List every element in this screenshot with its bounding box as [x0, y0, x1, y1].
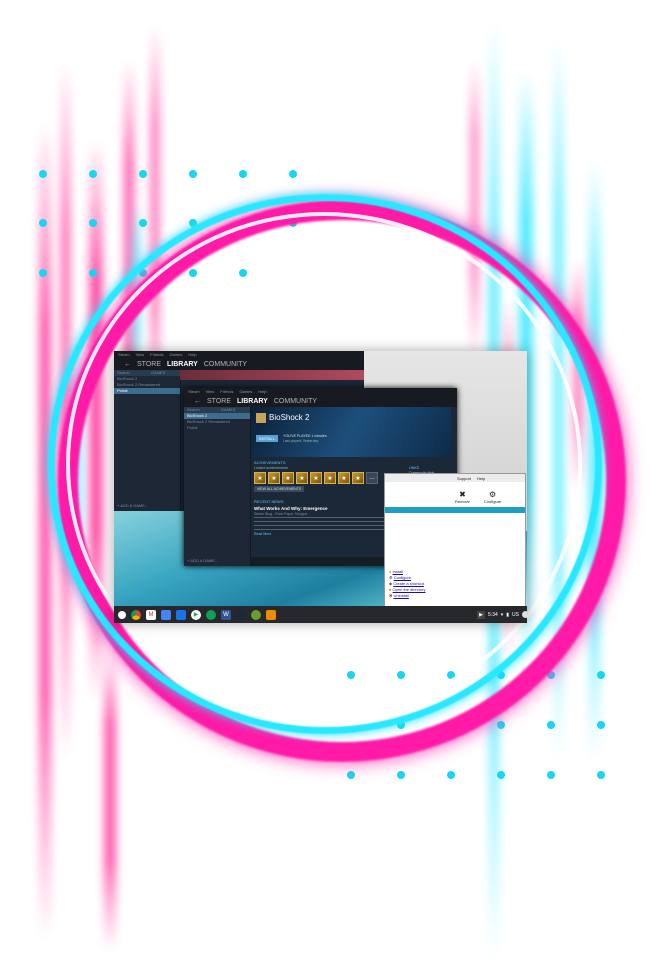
- desktop-screenshot: Steam View Friends Games Help ← STORE LI…: [114, 351, 527, 623]
- add-game-button[interactable]: + ADD A GAME...: [114, 503, 148, 509]
- search-input[interactable]: Search: [117, 370, 130, 375]
- install-button[interactable]: INSTALL: [256, 435, 278, 442]
- menu-item[interactable]: View: [206, 389, 215, 394]
- install-link-icon: ●: [389, 569, 392, 574]
- play-store-icon[interactable]: ▶: [191, 609, 201, 620]
- menu-item[interactable]: Friends: [150, 352, 163, 357]
- system-tray[interactable]: ▶ 5:34 ▾ ▮ US: [477, 609, 527, 620]
- remove-icon: ✖: [459, 490, 466, 499]
- account-avatar[interactable]: [522, 611, 527, 618]
- clock: 5:34: [488, 611, 498, 618]
- wifi-icon: ▾: [500, 611, 504, 618]
- app-window-right[interactable]: Support Help ✖ Remove ⚙ Configure ● Inst…: [384, 473, 526, 613]
- nav-library[interactable]: LIBRARY: [167, 361, 198, 368]
- news-meta: Steam Blog - Rock Paper Shotgun: [254, 512, 308, 516]
- menu-bar: Support Help: [385, 474, 525, 482]
- selected-row[interactable]: [385, 507, 525, 513]
- hangouts-icon[interactable]: [206, 609, 216, 620]
- add-game-button[interactable]: + ADD A GAME...: [184, 558, 218, 564]
- launcher-icon[interactable]: [118, 610, 126, 619]
- game-title: BioShock 2: [269, 413, 310, 422]
- vlc-icon[interactable]: [266, 609, 276, 620]
- last-played: Last played: Yesterday: [283, 439, 319, 443]
- achievement-icon[interactable]: ★: [268, 472, 280, 484]
- search-input[interactable]: Search: [187, 407, 200, 412]
- gear-icon: ⚙: [488, 490, 497, 499]
- nav-community[interactable]: COMMUNITY: [274, 398, 317, 405]
- played-time: YOU'VE PLAYED 1 minutes: [283, 434, 327, 438]
- nav-community[interactable]: COMMUNITY: [204, 361, 247, 368]
- achievements-heading: ACHIEVEMENTS: [254, 460, 286, 465]
- uninstall-link[interactable]: Uninstall: [393, 593, 408, 598]
- game-item[interactable]: Portal: [184, 425, 250, 431]
- menu-item[interactable]: Friends: [220, 389, 233, 394]
- achievement-icon[interactable]: ★: [310, 472, 322, 484]
- achievement-icon[interactable]: ★: [282, 472, 294, 484]
- folder-link-icon: ■: [389, 587, 392, 592]
- achievement-icon[interactable]: ★: [254, 472, 266, 484]
- menu-item[interactable]: Steam: [188, 389, 200, 394]
- game-item[interactable]: Portal: [114, 388, 180, 394]
- menu-item[interactable]: Help: [477, 476, 485, 481]
- view-all-achievements-button[interactable]: VIEW ALL ACHIEVEMENTS: [254, 486, 305, 492]
- remove-label: Remove: [455, 499, 470, 504]
- menu-item[interactable]: Support: [457, 476, 471, 481]
- files-icon[interactable]: [176, 609, 186, 620]
- menu-item[interactable]: Games: [170, 352, 183, 357]
- news-body-text: [254, 517, 389, 531]
- menu-item[interactable]: Help: [188, 352, 196, 357]
- menu-item[interactable]: View: [136, 352, 145, 357]
- recent-news-heading: RECENT NEWS: [254, 499, 284, 504]
- frog-app-icon[interactable]: [251, 609, 261, 620]
- nav-store[interactable]: STORE: [207, 398, 231, 405]
- toolbar: ✖ Remove ⚙ Configure: [385, 482, 525, 504]
- docs-icon[interactable]: [161, 609, 171, 620]
- battery-icon: ▮: [506, 611, 510, 618]
- locked-achievements-label: Locked achievements: [254, 466, 288, 470]
- news-title[interactable]: What Works And Why: Emergence: [254, 506, 328, 511]
- achievement-icon[interactable]: ★: [296, 472, 308, 484]
- install-link[interactable]: Install: [393, 569, 403, 574]
- nav-bar: ← STORE LIBRARY COMMUNITY: [114, 358, 364, 370]
- menu-bar: Steam View Friends Games Help: [184, 388, 457, 395]
- uninstall-link-icon: ✖: [389, 593, 393, 598]
- taskbar: M ▶ W ▶ 5:34 ▾ ▮ US: [114, 606, 527, 623]
- nav-library[interactable]: LIBRARY: [237, 398, 268, 405]
- gmail-icon[interactable]: M: [146, 609, 156, 620]
- achievement-icon[interactable]: …: [366, 472, 378, 484]
- read-more-link[interactable]: Read More: [254, 532, 271, 536]
- game-icon: [256, 413, 266, 423]
- nav-store[interactable]: STORE: [137, 361, 161, 368]
- play-status-icon[interactable]: ▶: [477, 610, 486, 619]
- locale-label: US: [512, 611, 519, 618]
- achievement-icon[interactable]: ★: [338, 472, 350, 484]
- create-shortcut-link[interactable]: Create a shortcut: [393, 581, 424, 586]
- chrome-icon[interactable]: [131, 609, 141, 620]
- configure-button[interactable]: ⚙ Configure: [484, 490, 501, 504]
- open-directory-link[interactable]: Open the directory: [393, 587, 426, 592]
- menu-item[interactable]: Games: [240, 389, 253, 394]
- menu-item[interactable]: Steam: [118, 352, 130, 357]
- filter-label[interactable]: GAMES: [221, 407, 235, 412]
- nav-bar: ← STORE LIBRARY COMMUNITY: [184, 395, 457, 407]
- steam-icon[interactable]: [236, 609, 246, 620]
- achievement-grid: ★ ★ ★ ★ ★ ★ ★ ★ …: [254, 472, 378, 484]
- game-list: Search GAMES BioShock 2 BioShock 2 Remas…: [184, 407, 251, 566]
- back-arrow-icon[interactable]: ←: [194, 398, 201, 405]
- remove-button[interactable]: ✖ Remove: [455, 490, 470, 504]
- action-links: ● Install ⚙ Configure ◈ Create a shortcu…: [389, 569, 425, 599]
- shortcut-link-icon: ◈: [389, 581, 393, 586]
- achievement-icon[interactable]: ★: [324, 472, 336, 484]
- achievement-icon[interactable]: ★: [352, 472, 364, 484]
- game-header: BioShock 2 INSTALL YOU'VE PLAYED 1 minut…: [251, 407, 451, 457]
- word-icon[interactable]: W: [221, 609, 231, 620]
- filter-label[interactable]: GAMES: [151, 370, 165, 375]
- configure-link-icon: ⚙: [389, 575, 393, 580]
- back-arrow-icon[interactable]: ←: [124, 361, 131, 368]
- configure-link[interactable]: Configure: [394, 575, 411, 580]
- game-list: Search GAMES BioShock 2 BioShock 2 Remas…: [114, 370, 181, 511]
- menu-bar: Steam View Friends Games Help: [114, 351, 364, 358]
- menu-item[interactable]: Help: [258, 389, 266, 394]
- configure-label: Configure: [483, 499, 502, 504]
